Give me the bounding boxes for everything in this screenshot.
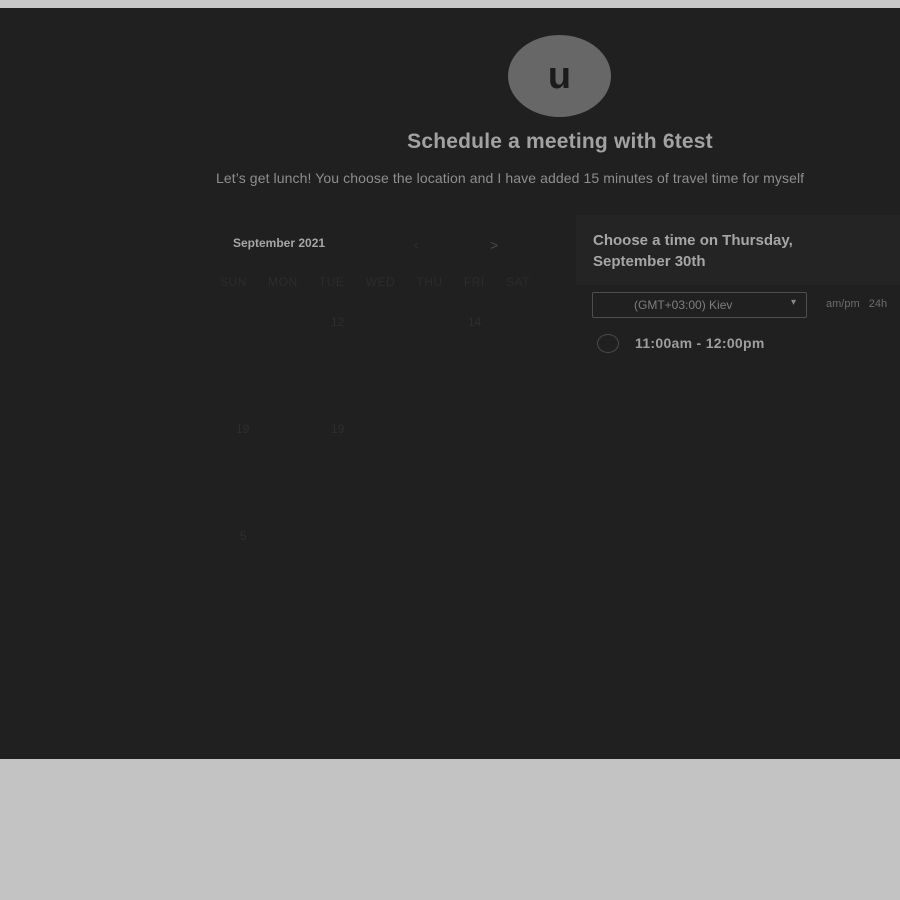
weekday-fri: FRI [463,275,485,289]
weekday-header: SUN MON TUE WED THU FRI SAT [220,275,530,289]
weekday-thu: THU [416,275,443,289]
next-month-button[interactable]: > [490,237,498,253]
timezone-value: (GMT+03:00) Kiev [634,298,733,312]
time-slot-radio[interactable] [597,334,619,353]
weekday-wed: WED [365,275,396,289]
time-slot-label: 11:00am - 12:00pm [635,335,765,351]
calendar-day[interactable]: 14 [468,315,481,329]
meeting-description: Let’s get lunch! You choose the location… [216,170,805,186]
calendar-day[interactable]: 19 [236,422,249,436]
weekday-sun: SUN [220,275,247,289]
calendar-day[interactable]: 12 [331,315,344,329]
time-format-toggle: am/pm 24h [826,298,887,310]
format-ampm-option[interactable]: am/pm [826,298,860,310]
previous-month-button[interactable]: ‹ [414,237,418,252]
calendar-day[interactable]: 5 [240,529,247,543]
avatar-letter: u [547,54,572,97]
calendar-month-label: September 2021 [233,236,326,250]
weekday-mon: MON [268,275,298,289]
avatar: u [508,35,611,117]
chevron-down-icon: ▾ [790,297,796,308]
weekday-sat: SAT [506,275,530,289]
scheduling-page: u Schedule a meeting with 6test Let’s ge… [0,8,900,759]
top-strip [0,0,900,8]
page-title: Schedule a meeting with 6test [407,130,713,153]
choose-time-title: Choose a time on Thursday, September 30t… [593,232,793,270]
weekday-tue: TUE [318,275,345,289]
timezone-select[interactable]: (GMT+03:00) Kiev ▾ [592,292,807,318]
format-24h-option[interactable]: 24h [869,298,887,310]
calendar-day[interactable]: 19 [331,422,344,436]
